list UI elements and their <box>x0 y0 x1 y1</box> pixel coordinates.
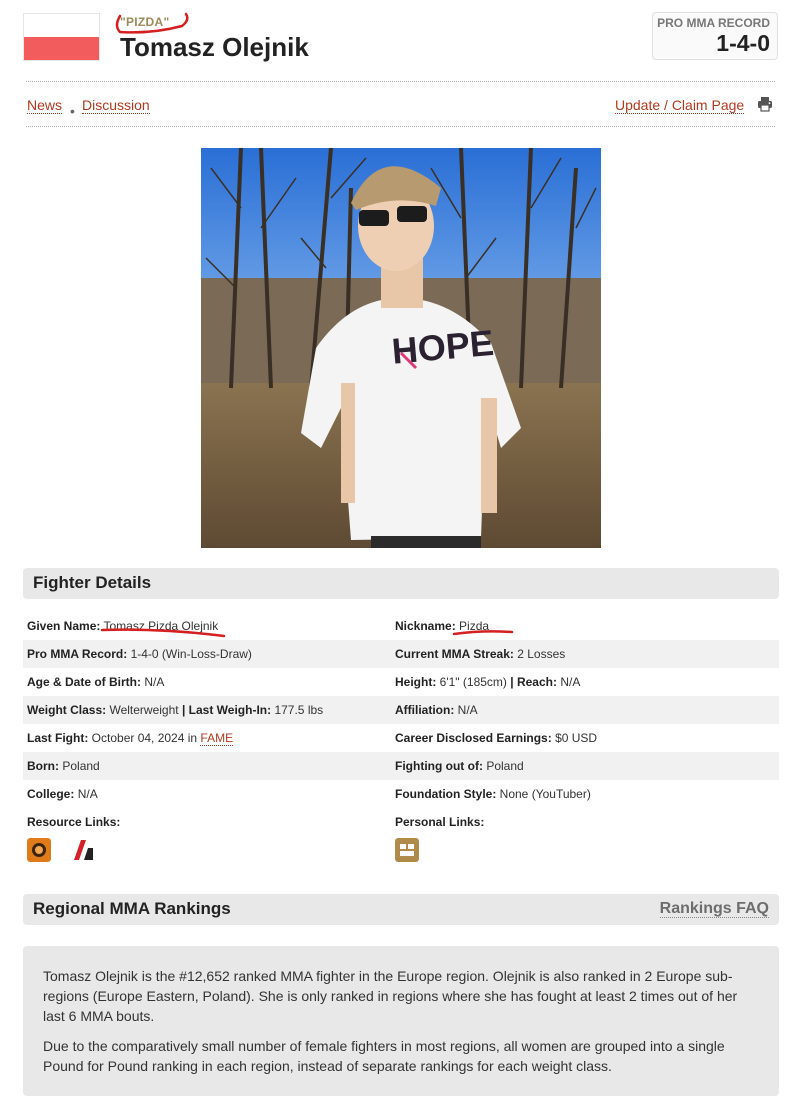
discussion-link[interactable]: Discussion <box>82 97 150 114</box>
personal-links-row: Personal Links: <box>395 815 485 829</box>
pro-record-row: Pro MMA Record: 1-4-0 (Win-Loss-Draw) <box>23 640 397 668</box>
details-left-column: Given Name: Tomasz Pizda Olejnik Pro MMA… <box>23 612 397 836</box>
given-name-value: Tomasz Pizda Olejnik <box>103 619 219 633</box>
rankings-header: Regional MMA Rankings Rankings FAQ <box>23 894 779 925</box>
college-row: College: N/A <box>27 787 98 801</box>
website-icon[interactable] <box>395 838 419 862</box>
fighter-photo: HOPE <box>201 148 601 548</box>
details-right-column: Nickname: Pizda Current MMA Streak: 2 Lo… <box>391 612 779 836</box>
print-icon[interactable] <box>757 96 773 112</box>
news-link[interactable]: News <box>27 97 63 114</box>
fighting-out-of-row: Fighting out of: Poland <box>391 752 779 780</box>
weight-class-row: Weight Class: Welterweight | Last Weigh-… <box>23 696 397 724</box>
country-flag-poland <box>23 13 100 61</box>
pro-record-value: 1-4-0 <box>716 30 770 56</box>
pro-record-label: PRO MMA RECORD <box>657 16 770 30</box>
born-row: Born: Poland <box>23 752 397 780</box>
nickname-row: Nickname: Pizda <box>395 619 490 633</box>
fighter-name: Tomasz Olejnik <box>120 32 309 62</box>
affiliation-row: Affiliation: N/A <box>391 696 779 724</box>
resource-links-row: Resource Links: <box>27 815 121 829</box>
nickname-tag: "PIZDA" <box>120 15 170 29</box>
fighter-details-title: Fighter Details <box>33 573 152 592</box>
update-claim-link[interactable]: Update / Claim Page <box>615 97 745 114</box>
earnings-row: Career Disclosed Earnings: $0 USD <box>395 731 598 745</box>
rankings-faq-link[interactable]: Rankings FAQ <box>659 900 769 918</box>
height-reach-row: Height: 6'1" (185cm) | Reach: N/A <box>395 675 581 689</box>
tapology-icon[interactable] <box>27 838 51 862</box>
streak-row: Current MMA Streak: 2 Losses <box>391 640 779 668</box>
age-dob-row: Age & Date of Birth: N/A <box>27 675 165 689</box>
nickname-value: Pizda <box>459 619 490 633</box>
foundation-style-row: Foundation Style: None (YouTuber) <box>395 787 591 801</box>
rankings-title: Regional MMA Rankings <box>33 899 231 918</box>
sherdog-icon[interactable] <box>71 838 95 862</box>
last-fight-row: Last Fight: October 04, 2024 in FAME <box>27 731 234 746</box>
fighter-details-header: Fighter Details <box>23 568 779 599</box>
divider-nav <box>26 126 775 127</box>
rankings-info-box: Tomasz Olejnik is the #12,652 ranked MMA… <box>23 946 779 1096</box>
given-name-row: Given Name: Tomasz Pizda Olejnik <box>27 619 219 633</box>
rankings-paragraph-2: Due to the comparatively small number of… <box>43 1038 725 1074</box>
fame-event-link[interactable]: FAME <box>200 731 234 746</box>
rankings-paragraph-1: Tomasz Olejnik is the #12,652 ranked MMA… <box>43 968 738 1024</box>
divider-top <box>26 81 775 82</box>
pro-record-box: PRO MMA RECORD 1-4-0 <box>652 12 778 60</box>
nav-separator-dot: • <box>70 103 75 119</box>
